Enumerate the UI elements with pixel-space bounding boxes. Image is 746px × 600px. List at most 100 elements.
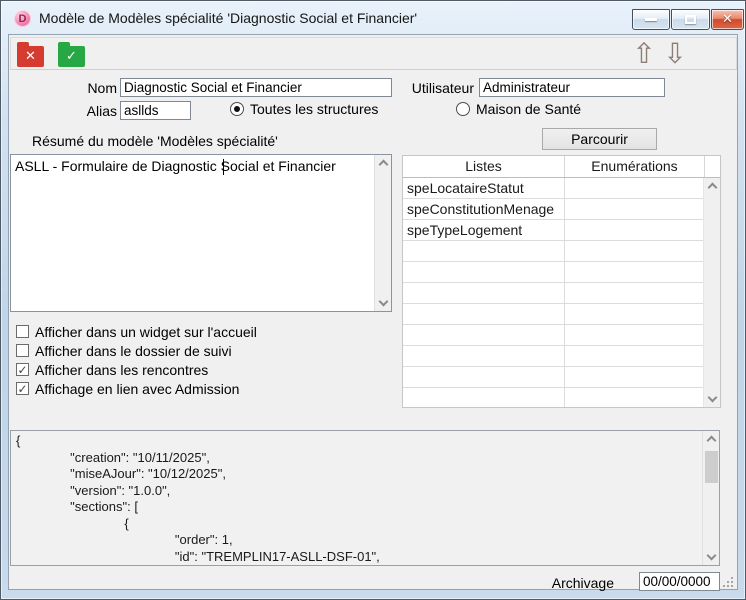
table-cell-liste[interactable] bbox=[403, 304, 565, 324]
window-title: Modèle de Modèles spécialité 'Diagnostic… bbox=[39, 10, 417, 26]
table-row[interactable] bbox=[403, 241, 720, 262]
checkbox-row[interactable]: ✓ Affichage en lien avec Admission bbox=[16, 379, 376, 398]
dialog-content: ✕ ✓ ⇧ ⇩ Nom Utilisateur Alias Toutes les… bbox=[8, 34, 738, 590]
checkbox-label: Afficher dans le dossier de suivi bbox=[35, 343, 232, 359]
archivage-date-input[interactable] bbox=[639, 572, 720, 591]
parcourir-button[interactable]: Parcourir bbox=[542, 128, 657, 150]
move-down-button[interactable]: ⇩ bbox=[661, 37, 689, 71]
checkbox-label: Affichage en lien avec Admission bbox=[35, 381, 239, 397]
alias-input[interactable] bbox=[120, 101, 191, 120]
column-header-listes[interactable]: Listes bbox=[403, 156, 565, 177]
scroll-up-arrow-icon[interactable] bbox=[379, 160, 389, 170]
up-arrow-icon: ⇧ bbox=[632, 37, 655, 70]
table-cell-enumeration[interactable] bbox=[565, 199, 705, 219]
utilisateur-input[interactable] bbox=[479, 78, 665, 97]
archivage-label: Archivage bbox=[499, 575, 614, 591]
lists-table-body: speLocataireStatutspeConstitutionMenages… bbox=[403, 178, 720, 407]
checkbox-box[interactable]: ✓ bbox=[16, 363, 29, 376]
table-row[interactable] bbox=[403, 304, 720, 325]
table-cell-enumeration[interactable] bbox=[565, 283, 705, 303]
radio-maison-sante-dot bbox=[456, 102, 470, 116]
table-cell-enumeration[interactable] bbox=[565, 262, 705, 282]
json-line: "id": "TREMPLIN17-ASLL-DSF-01", bbox=[16, 549, 701, 566]
resume-scrollbar[interactable] bbox=[374, 155, 391, 311]
checkbox-list: Afficher dans un widget sur l'accueil Aff… bbox=[16, 322, 376, 398]
checkbox-row[interactable]: ✓Afficher dans les rencontres bbox=[16, 360, 376, 379]
json-preview-text[interactable]: { "creation": "10/11/2025", "miseAJour":… bbox=[11, 433, 701, 565]
table-scrollbar[interactable] bbox=[703, 178, 720, 407]
validate-folder-icon: ✓ bbox=[58, 46, 85, 67]
table-cell-liste[interactable]: speConstitutionMenage bbox=[403, 199, 565, 219]
table-cell-enumeration[interactable] bbox=[565, 220, 705, 240]
table-cell-liste[interactable] bbox=[403, 241, 565, 261]
table-cell-liste[interactable] bbox=[403, 346, 565, 366]
table-cell-enumeration[interactable] bbox=[565, 346, 705, 366]
table-cell-liste[interactable] bbox=[403, 262, 565, 282]
minimize-button[interactable] bbox=[632, 9, 670, 30]
table-cell-enumeration[interactable] bbox=[565, 388, 705, 407]
scroll-down-arrow-icon[interactable] bbox=[708, 393, 718, 403]
close-icon: ✕ bbox=[722, 12, 733, 27]
cancel-button[interactable]: ✕ bbox=[17, 46, 44, 67]
resize-grip[interactable] bbox=[723, 577, 735, 589]
scroll-down-arrow-icon[interactable] bbox=[379, 297, 389, 307]
table-row[interactable] bbox=[403, 262, 720, 283]
validate-button[interactable]: ✓ bbox=[58, 46, 85, 67]
maximize-button[interactable] bbox=[671, 9, 710, 30]
titlebar[interactable]: D Modèle de Modèles spécialité 'Diagnost… bbox=[1, 1, 745, 34]
table-row[interactable]: speLocataireStatut bbox=[403, 178, 720, 199]
checkbox-row[interactable]: Afficher dans un widget sur l'accueil bbox=[16, 322, 376, 341]
checkbox-box[interactable] bbox=[16, 344, 29, 357]
table-cell-enumeration[interactable] bbox=[565, 367, 705, 387]
table-row[interactable] bbox=[403, 367, 720, 388]
table-cell-enumeration[interactable] bbox=[565, 241, 705, 261]
table-cell-liste[interactable] bbox=[403, 388, 565, 407]
cancel-folder-icon: ✕ bbox=[17, 46, 44, 67]
json-preview-box: { "creation": "10/11/2025", "miseAJour":… bbox=[10, 430, 720, 566]
minimize-icon bbox=[645, 18, 657, 21]
table-row[interactable] bbox=[403, 346, 720, 367]
checkbox-box[interactable] bbox=[16, 325, 29, 338]
table-row[interactable] bbox=[403, 325, 720, 346]
resume-textarea[interactable]: ASLL - Formulaire de Diagnostic Social e… bbox=[11, 155, 374, 311]
checkbox-row[interactable]: Afficher dans le dossier de suivi bbox=[16, 341, 376, 360]
close-button[interactable]: ✕ bbox=[711, 9, 744, 30]
scroll-up-arrow-icon[interactable] bbox=[707, 436, 717, 446]
checkbox-box[interactable]: ✓ bbox=[16, 382, 29, 395]
nom-label: Nom bbox=[9, 79, 117, 98]
table-cell-enumeration[interactable] bbox=[565, 178, 705, 198]
toolbar: ✕ ✓ ⇧ ⇩ bbox=[10, 37, 737, 70]
json-line: "miseAJour": "10/12/2025", bbox=[16, 466, 701, 483]
table-cell-enumeration[interactable] bbox=[565, 304, 705, 324]
table-cell-enumeration[interactable] bbox=[565, 325, 705, 345]
scroll-down-arrow-icon[interactable] bbox=[707, 551, 717, 561]
radio-toutes-structures[interactable]: Toutes les structures bbox=[230, 101, 378, 117]
json-scrollbar[interactable] bbox=[702, 431, 719, 565]
table-row[interactable]: speTypeLogement bbox=[403, 220, 720, 241]
app-icon: D bbox=[14, 10, 31, 27]
radio-maison-sante[interactable]: Maison de Santé bbox=[456, 101, 581, 117]
json-line: { bbox=[16, 516, 701, 533]
table-cell-liste[interactable] bbox=[403, 325, 565, 345]
table-row[interactable]: speConstitutionMenage bbox=[403, 199, 720, 220]
scroll-up-arrow-icon[interactable] bbox=[708, 183, 718, 193]
table-cell-liste[interactable]: speLocataireStatut bbox=[403, 178, 565, 198]
json-line: "creation": "10/11/2025", bbox=[16, 450, 701, 467]
scrollbar-thumb[interactable] bbox=[705, 451, 718, 483]
nom-input[interactable] bbox=[120, 78, 392, 97]
table-cell-liste[interactable] bbox=[403, 367, 565, 387]
table-row[interactable] bbox=[403, 283, 720, 304]
json-line: "order": 1, bbox=[16, 532, 701, 549]
radio-maison-sante-label: Maison de Santé bbox=[476, 101, 581, 117]
table-cell-liste[interactable] bbox=[403, 283, 565, 303]
json-line: "version": "1.0.0", bbox=[16, 483, 701, 500]
column-header-enumerations[interactable]: Enumérations bbox=[565, 156, 705, 177]
table-row[interactable] bbox=[403, 388, 720, 407]
lists-table: Listes Enumérations speLocataireStatutsp… bbox=[402, 155, 721, 408]
lists-table-header: Listes Enumérations bbox=[403, 156, 720, 178]
resume-label: Résumé du modèle 'Modèles spécialité' bbox=[32, 132, 278, 151]
utilisateur-label: Utilisateur bbox=[389, 79, 474, 98]
down-arrow-icon: ⇩ bbox=[663, 37, 686, 70]
table-cell-liste[interactable]: speTypeLogement bbox=[403, 220, 565, 240]
move-up-button[interactable]: ⇧ bbox=[630, 37, 658, 71]
